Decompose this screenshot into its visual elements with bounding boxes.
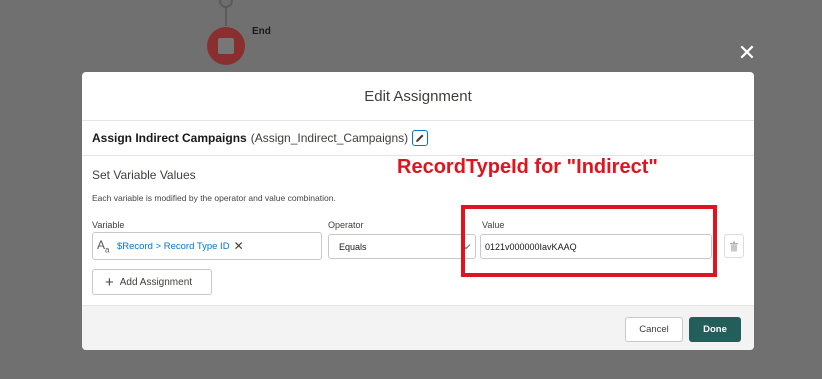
operator-label: Operator bbox=[328, 220, 364, 230]
element-api-name: (Assign_Indirect_Campaigns) bbox=[250, 131, 409, 145]
variable-field[interactable]: Aa $Record > Record Type ID ✕ bbox=[92, 232, 322, 260]
variable-label: Variable bbox=[92, 220, 125, 230]
element-label: Assign Indirect Campaigns bbox=[92, 131, 247, 145]
section-title: Set Variable Values bbox=[92, 168, 196, 182]
add-assignment-label: Add Assignment bbox=[119, 276, 193, 288]
cancel-button[interactable]: Cancel bbox=[625, 317, 683, 342]
end-node-icon bbox=[207, 27, 245, 65]
annotation-text: RecordTypeId for "Indirect" bbox=[397, 156, 658, 178]
edit-pencil-icon[interactable] bbox=[412, 130, 429, 146]
add-assignment-button[interactable]: + Add Assignment bbox=[92, 269, 212, 295]
section-description: Each variable is modified by the operato… bbox=[92, 193, 336, 203]
variable-pill[interactable]: $Record > Record Type ID bbox=[117, 241, 230, 252]
flow-connector-node bbox=[219, 0, 233, 8]
modal-footer: Cancel Done bbox=[82, 305, 754, 350]
remove-pill-icon[interactable]: ✕ bbox=[234, 239, 244, 253]
modal-title: Edit Assignment bbox=[82, 72, 754, 121]
text-variable-icon: Aa bbox=[97, 237, 110, 255]
plus-icon: + bbox=[105, 273, 114, 291]
done-button[interactable]: Done bbox=[689, 317, 741, 342]
operator-value: Equals bbox=[339, 241, 367, 252]
end-node-label: End bbox=[252, 26, 271, 37]
element-name-row: Assign Indirect Campaigns (Assign_Indire… bbox=[82, 121, 754, 156]
annotation-highlight-box bbox=[461, 205, 717, 277]
trash-icon[interactable] bbox=[724, 234, 744, 258]
close-icon[interactable]: ✕ bbox=[736, 43, 758, 65]
operator-select[interactable]: Equals bbox=[328, 234, 476, 259]
